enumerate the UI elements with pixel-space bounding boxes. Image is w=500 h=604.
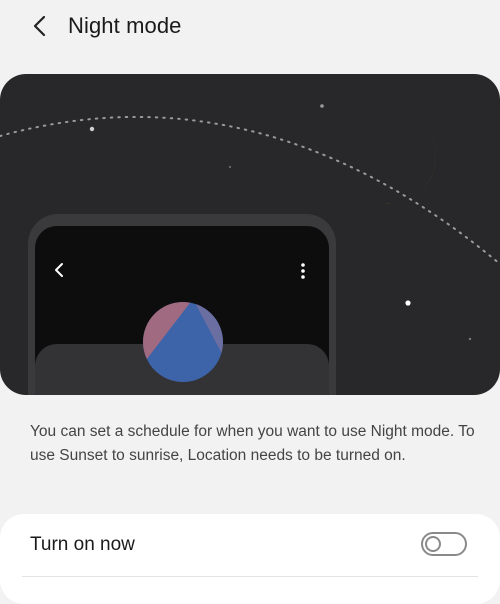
chevron-left-icon bbox=[33, 15, 46, 37]
page-title: Night mode bbox=[68, 13, 182, 38]
back-button[interactable] bbox=[26, 12, 54, 40]
star bbox=[468, 337, 472, 341]
settings-card bbox=[0, 514, 500, 604]
turn-on-now-label: Turn on now bbox=[30, 534, 135, 555]
star bbox=[320, 104, 324, 108]
star bbox=[405, 300, 411, 306]
star bbox=[89, 126, 95, 132]
night-mode-illustration bbox=[0, 74, 500, 395]
description-text: You can set a schedule for when you want… bbox=[30, 423, 475, 464]
crescent-moon-icon bbox=[350, 129, 436, 204]
app-bar: Night mode bbox=[0, 0, 500, 52]
toggle-knob bbox=[425, 536, 441, 552]
turn-on-now-toggle[interactable] bbox=[421, 532, 467, 556]
more-vert-icon bbox=[301, 263, 305, 279]
divider bbox=[22, 576, 478, 577]
star bbox=[228, 165, 232, 169]
